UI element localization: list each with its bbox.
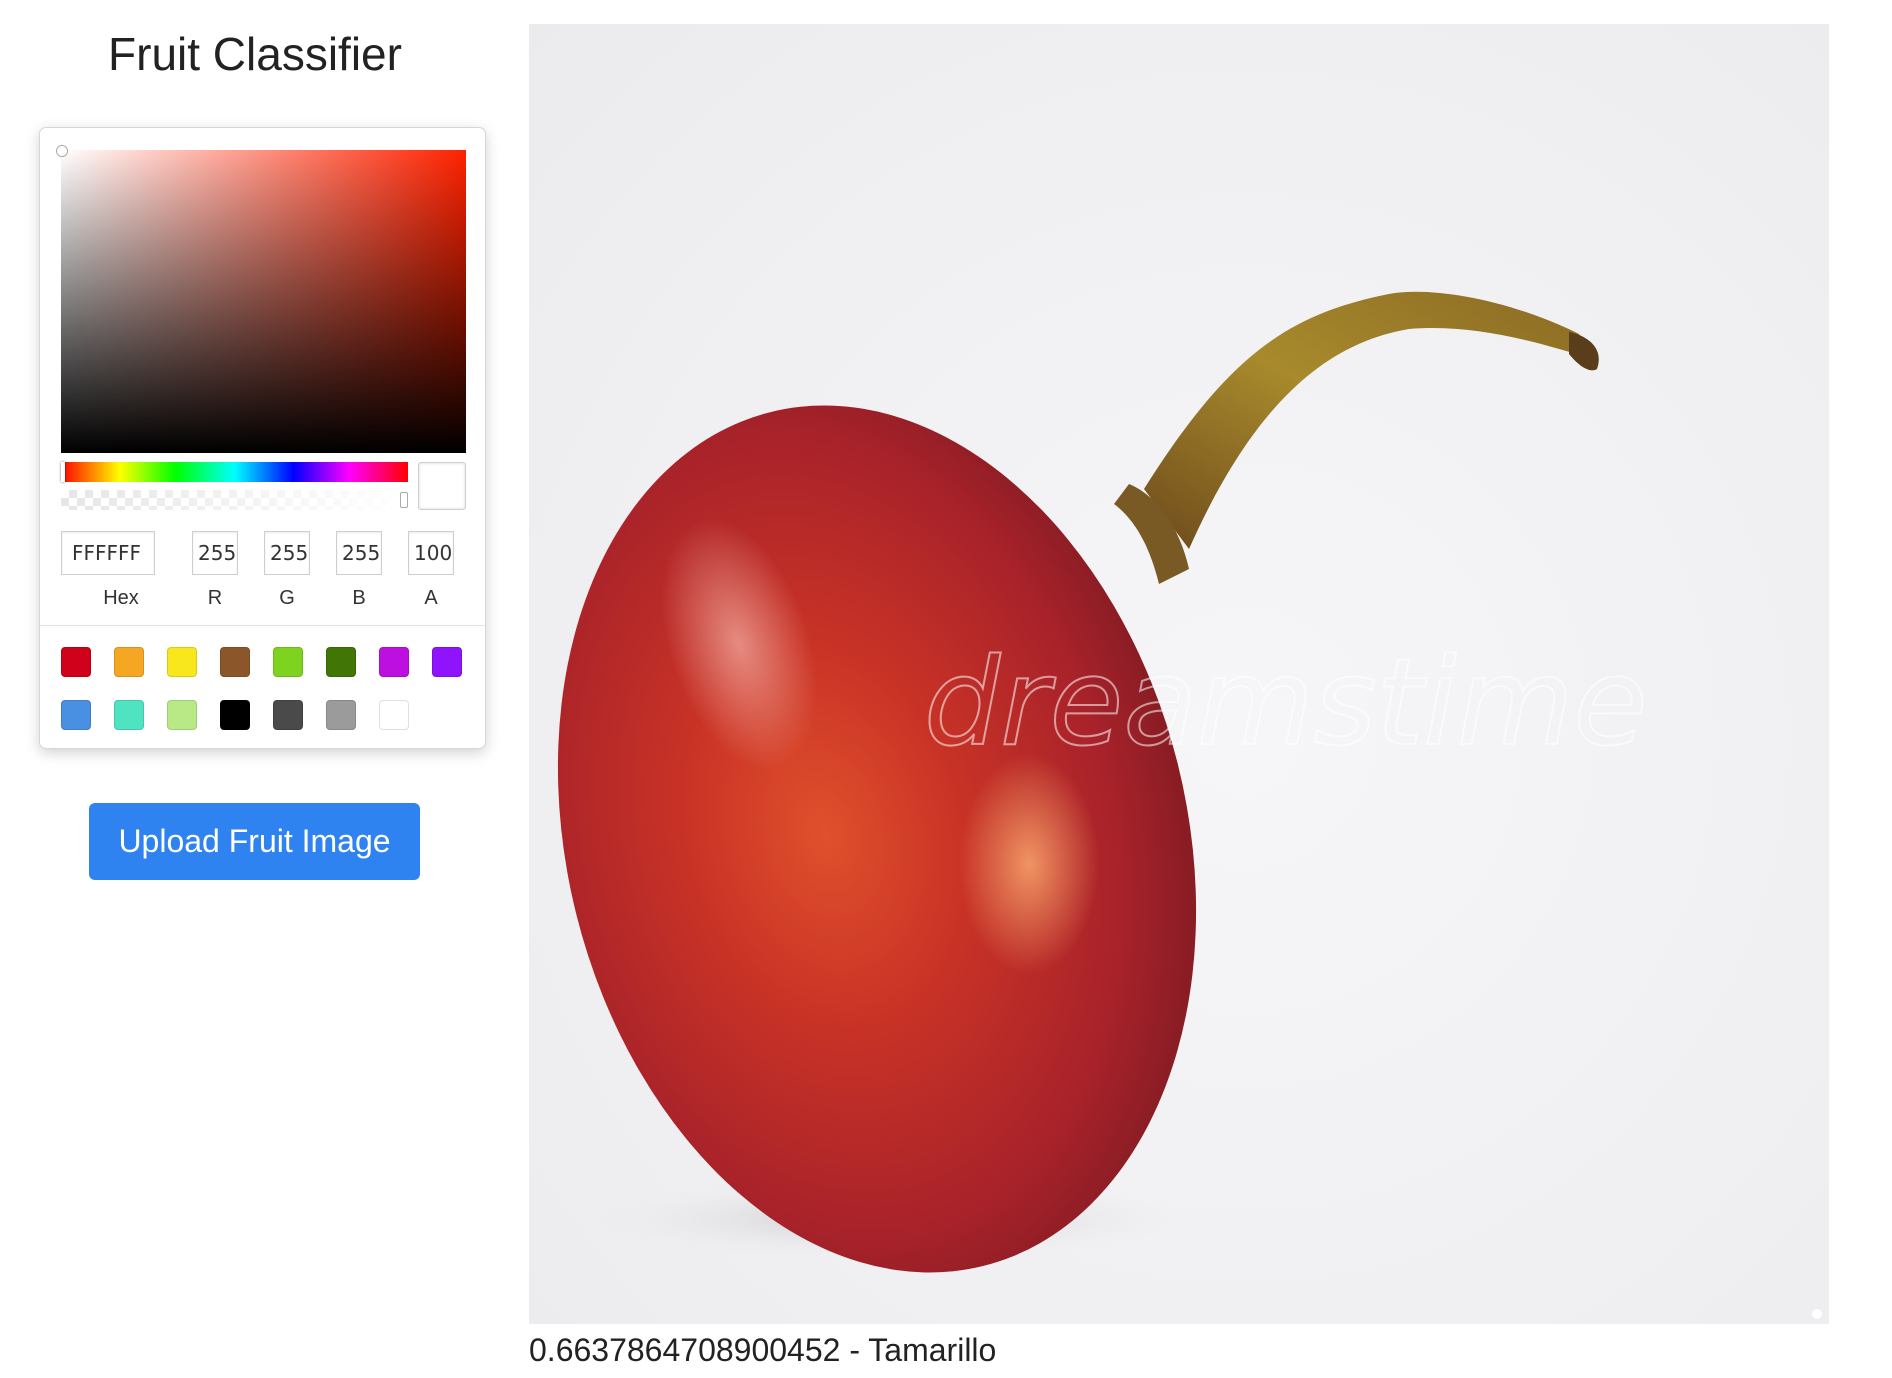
color-swatch[interactable] (220, 647, 250, 677)
upload-fruit-image-button[interactable]: Upload Fruit Image (89, 803, 420, 880)
hue-handle[interactable] (61, 462, 65, 482)
fruit-image: dreamstime (529, 24, 1829, 1324)
saturation-area[interactable] (57, 146, 466, 453)
color-swatch[interactable] (379, 700, 409, 730)
saturation-cursor[interactable] (57, 146, 67, 156)
color-swatch[interactable] (220, 700, 250, 730)
color-swatch[interactable] (326, 647, 356, 677)
picker-divider (40, 625, 485, 626)
prediction-text: 0.6637864708900452 - Tamarillo (529, 1332, 997, 1368)
watermark-text: dreamstime (924, 634, 1647, 773)
b-label: B (352, 587, 366, 609)
hex-label: Hex (103, 587, 139, 609)
b-input[interactable]: 255 (336, 531, 382, 575)
color-swatch[interactable] (114, 700, 144, 730)
g-label: G (279, 587, 295, 609)
page-title: Fruit Classifier (108, 28, 402, 80)
color-swatch[interactable] (167, 700, 197, 730)
r-input[interactable]: 255 (192, 531, 238, 575)
alpha-slider[interactable] (61, 490, 408, 510)
a-input[interactable]: 100 (408, 531, 454, 575)
color-swatch[interactable] (61, 700, 91, 730)
alpha-handle[interactable] (400, 492, 408, 508)
color-swatch[interactable] (432, 647, 462, 677)
color-preview (418, 462, 466, 510)
color-swatch[interactable] (273, 647, 303, 677)
r-label: R (207, 587, 223, 609)
color-swatch[interactable] (114, 647, 144, 677)
color-swatch[interactable] (379, 647, 409, 677)
color-swatch[interactable] (326, 700, 356, 730)
a-label: A (424, 587, 438, 609)
g-input[interactable]: 255 (264, 531, 310, 575)
hex-input[interactable]: FFFFFF (61, 531, 155, 575)
hue-slider[interactable] (61, 462, 408, 482)
color-swatch[interactable] (167, 647, 197, 677)
color-swatch[interactable] (61, 647, 91, 677)
tamarillo-photo: dreamstime (557, 291, 1822, 1319)
color-swatch[interactable] (273, 700, 303, 730)
color-picker: FFFFFF 255 255 255 100 Hex R G B A (39, 127, 486, 749)
